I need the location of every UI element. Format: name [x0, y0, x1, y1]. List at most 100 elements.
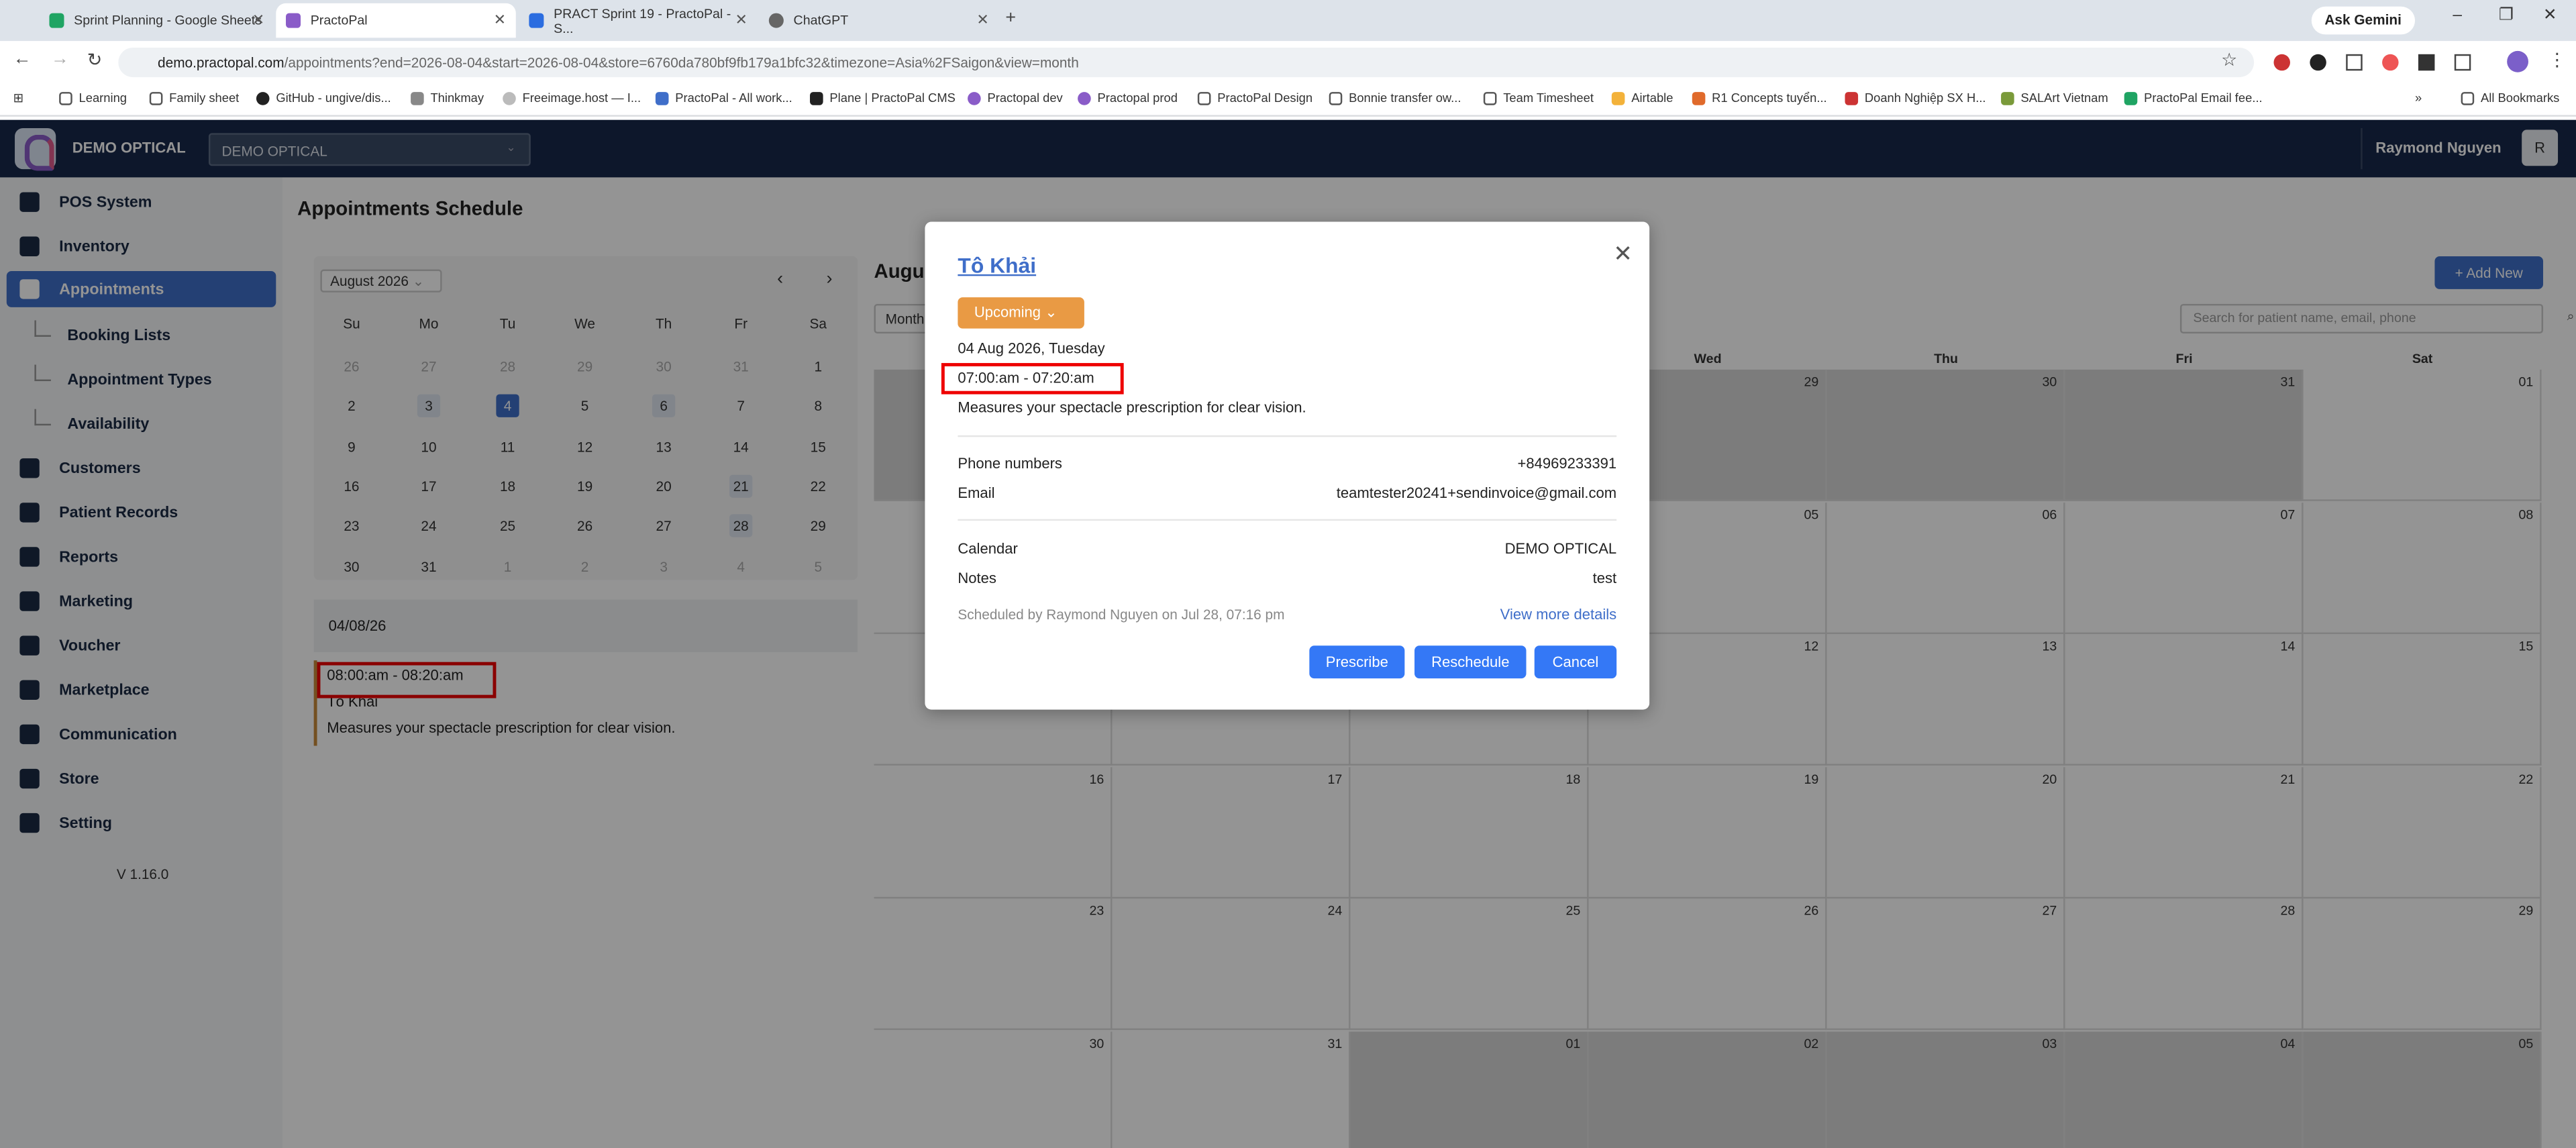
bookmark-item[interactable]: Team Timesheet [1483, 90, 1594, 105]
address-bar[interactable]: demo.practopal.com/appointments?end=2026… [118, 48, 2255, 78]
bookmark-label: Practopal dev [987, 90, 1063, 105]
bookmark-label: Airtable [1631, 90, 1673, 105]
apps-grid-icon[interactable]: ⊞ [13, 91, 23, 105]
view-more-details-link[interactable]: View more details [1500, 606, 1617, 622]
bookmark-label: All Bookmarks [2480, 90, 2560, 105]
bookmark-label: PractoPal - All work... [675, 90, 792, 105]
bookmark-label: PractoPal Email fee... [2144, 90, 2263, 105]
window-close-icon[interactable]: ✕ [2543, 7, 2557, 25]
divider [958, 435, 1617, 437]
bookmark-label: Team Timesheet [1503, 90, 1594, 105]
bookmark-label: Family sheet [169, 90, 240, 105]
calendar-label: Calendar [958, 540, 1018, 557]
bookmark-label: SALArt Vietnam [2020, 90, 2108, 105]
bookmark-item[interactable]: PractoPal Design [1197, 90, 1313, 105]
email-label: Email [958, 484, 995, 501]
chevron-down-icon: ⌄ [1045, 303, 1058, 321]
close-icon[interactable]: ✕ [252, 11, 264, 30]
more-bookmarks-icon[interactable]: » [2415, 91, 2422, 105]
new-tab-button[interactable]: + [1005, 8, 1016, 28]
divider [958, 519, 1617, 521]
extension-icon[interactable] [2310, 54, 2326, 71]
extension-icon[interactable] [2346, 54, 2363, 71]
bookmark-label: GitHub - ungive/dis... [276, 90, 391, 105]
bookmark-item[interactable]: Learning [59, 91, 127, 105]
phone-label: Phone numbers [958, 455, 1062, 472]
forward-icon[interactable]: → [51, 49, 69, 68]
reschedule-button[interactable]: Reschedule [1414, 645, 1527, 679]
calendar-value: DEMO OPTICAL [1504, 540, 1617, 557]
bookmark-label: Learning [79, 90, 127, 105]
url-host: demo.practopal.com [158, 54, 285, 71]
bookmark-star-icon[interactable]: ☆ [2221, 49, 2237, 70]
bookmark-item[interactable]: Practopal dev [968, 91, 1063, 105]
appointment-description: Measures your spectacle prescription for… [958, 399, 1306, 416]
scheduled-by-text: Scheduled by Raymond Nguyen on Jul 28, 0… [958, 606, 1285, 623]
practopal-icon [286, 13, 301, 28]
bookmarks-bar: ⊞ Learning Family sheet GitHub - ungive/… [0, 83, 2576, 117]
bookmark-item[interactable]: SALArt Vietnam [2001, 91, 2108, 105]
bookmark-item[interactable]: GitHub - ungive/dis... [256, 91, 391, 105]
bookmark-item[interactable]: Doanh Nghiệp SX H... [1845, 91, 1986, 105]
bookmark-label: Doanh Nghiệp SX H... [1864, 90, 1986, 105]
close-icon[interactable]: ✕ [1613, 240, 1633, 268]
ask-gemini-button[interactable]: Ask Gemini [2311, 6, 2415, 35]
patient-name-link[interactable]: Tô Khải [958, 253, 1036, 278]
extensions-puzzle-icon[interactable] [2454, 54, 2471, 71]
bookmark-item[interactable]: Airtable [1611, 90, 1673, 105]
prescribe-button[interactable]: Prescribe [1309, 645, 1405, 679]
browser-tab[interactable]: PRACT Sprint 19 - PractoPal - S... ✕ [519, 3, 758, 38]
tab-title: ChatGPT [793, 13, 849, 28]
back-icon[interactable]: ← [13, 49, 32, 68]
tab-title: PractoPal [310, 13, 368, 28]
status-value: Upcoming [974, 303, 1041, 321]
email-value: teamtester20241+sendinvoice@gmail.com [1336, 484, 1617, 501]
extension-icon[interactable] [2382, 54, 2399, 71]
bookmark-item[interactable]: Bonnie transfer ow... [1329, 91, 1461, 105]
bookmark-item[interactable]: Thinkmay [411, 91, 484, 105]
jira-icon [529, 13, 544, 28]
close-icon[interactable]: ✕ [494, 11, 506, 30]
bookmark-label: Freeimage.host — I... [522, 90, 641, 105]
browser-toolbar: ← → ↻ demo.practopal.com/appointments?en… [0, 41, 2576, 84]
cancel-button[interactable]: Cancel [1534, 645, 1617, 679]
bookmark-item[interactable]: PractoPal Email fee... [2124, 91, 2263, 105]
browser-tab[interactable]: ChatGPT ✕ [759, 3, 998, 38]
browser-tab-strip: Sprint Planning - Google Sheets ✕ PractoP… [0, 0, 2576, 42]
bookmark-item[interactable]: Freeimage.host — I... [503, 91, 641, 105]
bookmark-label: R1 Concepts tuyển... [1712, 90, 1827, 105]
close-icon[interactable]: ✕ [976, 11, 988, 30]
bookmark-label: Plane | PractoPal CMS [829, 90, 956, 105]
bookmark-item[interactable]: R1 Concepts tuyển... [1692, 91, 1827, 105]
phone-value: +84969233391 [1517, 455, 1617, 472]
bookmark-label: Bonnie transfer ow... [1349, 90, 1461, 105]
sheets-icon [49, 13, 64, 28]
restore-icon[interactable]: ❐ [2499, 7, 2514, 25]
tab-title: Sprint Planning - Google Sheets [74, 13, 262, 28]
bookmark-item[interactable]: Practopal prod [1078, 91, 1178, 105]
bookmark-item[interactable]: Plane | PractoPal CMS [810, 91, 956, 105]
highlight-annotation [941, 363, 1124, 395]
url-path: /appointments?end=2026-08-04&start=2026-… [284, 54, 1079, 71]
reload-icon[interactable]: ↻ [87, 49, 103, 70]
appointment-date: 04 Aug 2026, Tuesday [958, 340, 1105, 357]
minimize-icon[interactable]: – [2453, 7, 2462, 25]
extension-icon[interactable] [2273, 54, 2290, 71]
bookmark-label: PractoPal Design [1217, 90, 1313, 105]
extension-icon[interactable] [2418, 54, 2435, 71]
menu-kebab-icon[interactable]: ⋮ [2548, 49, 2566, 70]
browser-tab-active[interactable]: PractoPal ✕ [276, 3, 516, 38]
chatgpt-icon [768, 13, 784, 28]
all-bookmarks[interactable]: All Bookmarks [2461, 90, 2560, 105]
profile-avatar[interactable] [2507, 50, 2528, 72]
tab-title: PRACT Sprint 19 - PractoPal - S... [554, 5, 731, 36]
bookmark-label: Practopal prod [1097, 90, 1178, 105]
notes-label: Notes [958, 570, 996, 587]
browser-tab[interactable]: Sprint Planning - Google Sheets ✕ [40, 3, 274, 38]
close-icon[interactable]: ✕ [735, 11, 748, 30]
appointment-detail-modal: Tô Khải ✕ Upcoming ⌄ 04 Aug 2026, Tuesda… [925, 221, 1650, 710]
status-dropdown[interactable]: Upcoming ⌄ [958, 297, 1084, 329]
bookmark-label: Thinkmay [430, 90, 484, 105]
bookmark-item[interactable]: PractoPal - All work... [655, 90, 792, 105]
bookmark-item[interactable]: Family sheet [149, 90, 240, 105]
